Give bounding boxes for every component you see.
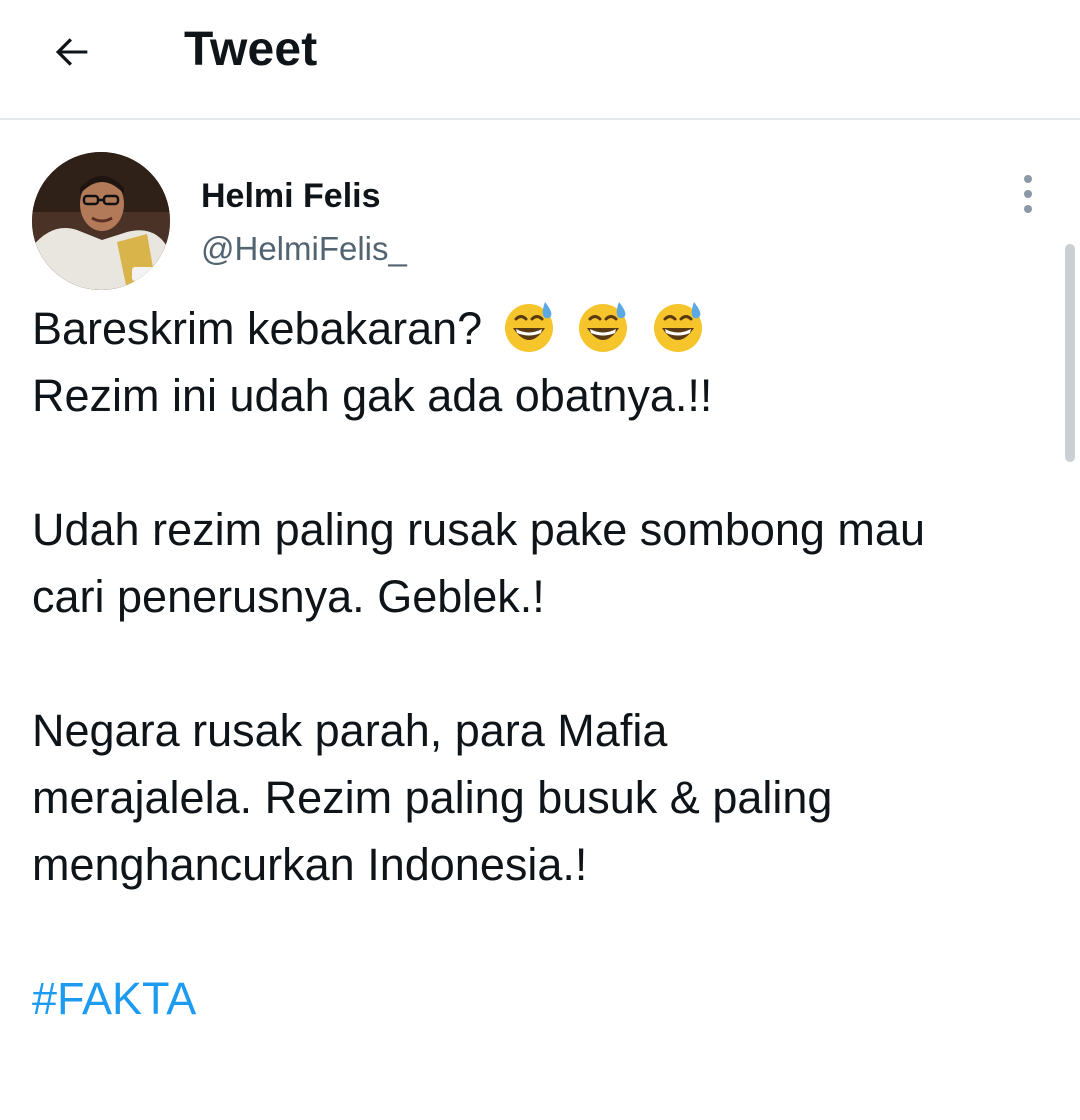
grinning-face-with-sweat-emoji <box>501 298 557 354</box>
tweet-line: merajalela. Rezim paling busuk & paling <box>32 772 833 823</box>
tweet-line: #FAKTA <box>32 965 1062 1032</box>
arrow-left-icon <box>55 38 88 66</box>
vertical-dots-icon <box>1024 175 1032 183</box>
author-avatar[interactable] <box>32 152 170 290</box>
top-bar: Tweet <box>0 0 1080 120</box>
tweet-line: cari penerusnya. Geblek.! <box>32 571 545 622</box>
tweet-line: menghancurkan Indonesia.! <box>32 839 588 890</box>
hashtag-link[interactable]: #FAKTA <box>32 973 196 1024</box>
author-handle[interactable]: @HelmiFelis_ <box>201 229 407 269</box>
back-button[interactable] <box>40 20 104 84</box>
tweet-line: Rezim ini udah gak ada obatnya.!! <box>32 370 713 421</box>
tweet-text: Bareskrim kebakaran? Rezim ini udah gak … <box>32 295 1062 1032</box>
scrollbar[interactable] <box>1065 244 1075 462</box>
tweet-line: Bareskrim kebakaran? <box>32 295 1062 362</box>
avatar-photo <box>32 152 170 290</box>
tweet-line-text: Bareskrim kebakaran? <box>32 303 483 354</box>
author-name[interactable]: Helmi Felis <box>201 176 381 216</box>
vertical-dots-icon <box>1024 190 1032 198</box>
grinning-face-with-sweat-emoji <box>650 298 706 354</box>
tweet-line: Udah rezim paling rusak pake sombong mau <box>32 504 925 555</box>
page-title: Tweet <box>184 23 318 76</box>
tweet-line: Negara rusak parah, para Mafia <box>32 705 668 756</box>
grinning-face-with-sweat-emoji <box>575 298 631 354</box>
vertical-dots-icon <box>1024 205 1032 213</box>
more-options-button[interactable] <box>1004 170 1052 218</box>
